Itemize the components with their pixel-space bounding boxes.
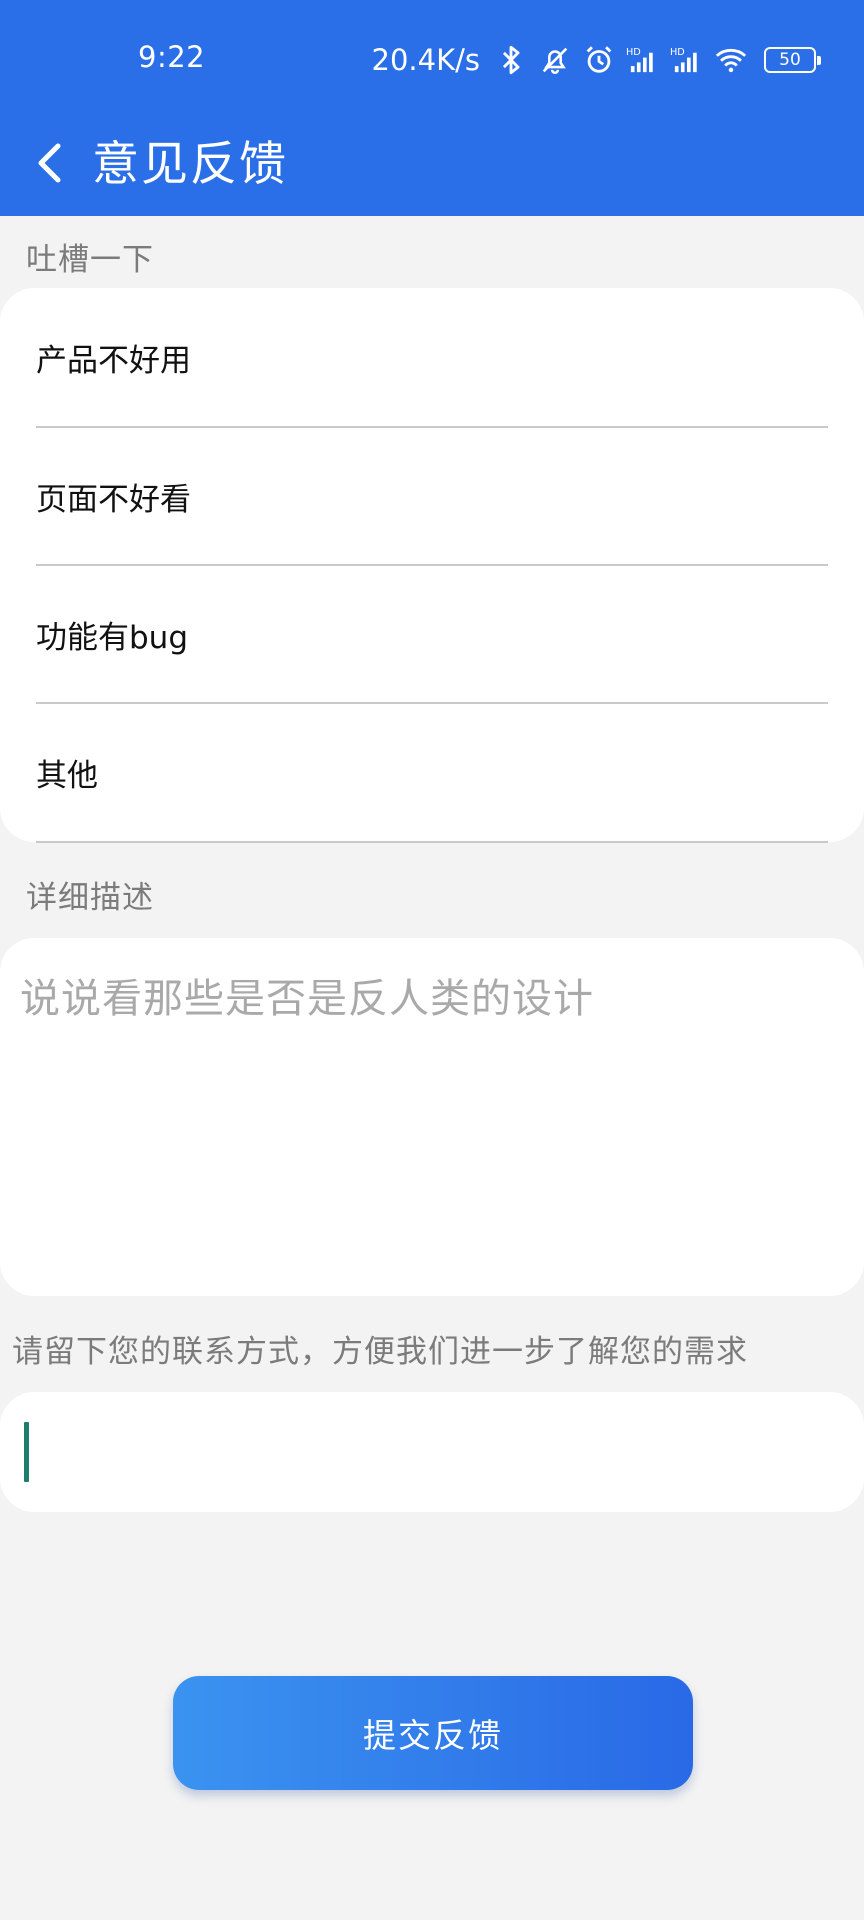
complaint-options-card: 产品不好用 页面不好看 功能有bug 其他	[0, 288, 864, 843]
app-header: 9:22 20.4K/s HD HD 50 意见反馈	[0, 0, 864, 216]
status-time: 9:22	[138, 40, 206, 74]
wifi-icon	[714, 43, 748, 77]
text-cursor	[24, 1422, 29, 1482]
battery-icon: 50	[764, 47, 821, 73]
description-section-label: 详细描述	[26, 880, 154, 916]
battery-level: 50	[779, 50, 801, 70]
svg-text:HD: HD	[626, 47, 641, 58]
network-speed: 20.4K/s	[371, 43, 480, 77]
alarm-icon	[582, 43, 616, 77]
back-button[interactable]	[26, 132, 72, 198]
bluetooth-icon	[494, 43, 528, 77]
option-has-bug[interactable]: 功能有bug	[36, 565, 828, 704]
hd-signal-icon: HD	[626, 43, 660, 77]
complaint-section-label: 吐槽一下	[26, 242, 154, 278]
divider	[36, 841, 828, 843]
page-title: 意见反馈	[92, 137, 288, 192]
contact-input[interactable]	[0, 1392, 864, 1512]
submit-feedback-button[interactable]: 提交反馈	[173, 1676, 693, 1790]
mute-bell-icon	[538, 43, 572, 77]
option-page-ugly[interactable]: 页面不好看	[36, 427, 828, 566]
status-icons: 20.4K/s HD HD 50	[371, 40, 821, 80]
hd-signal-icon: HD	[670, 43, 704, 77]
status-bar: 9:22 20.4K/s HD HD 50	[0, 0, 864, 120]
description-textarea[interactable]: 说说看那些是否是反人类的设计	[0, 938, 864, 1296]
chevron-left-icon	[34, 142, 64, 188]
contact-section-label: 请留下您的联系方式，方便我们进一步了解您的需求	[12, 1334, 748, 1370]
option-other[interactable]: 其他	[36, 703, 828, 842]
svg-text:HD: HD	[670, 47, 685, 58]
option-product-bad[interactable]: 产品不好用	[36, 288, 828, 427]
nav-bar: 意见反馈	[0, 118, 864, 216]
description-placeholder: 说说看那些是否是反人类的设计	[20, 976, 594, 1022]
